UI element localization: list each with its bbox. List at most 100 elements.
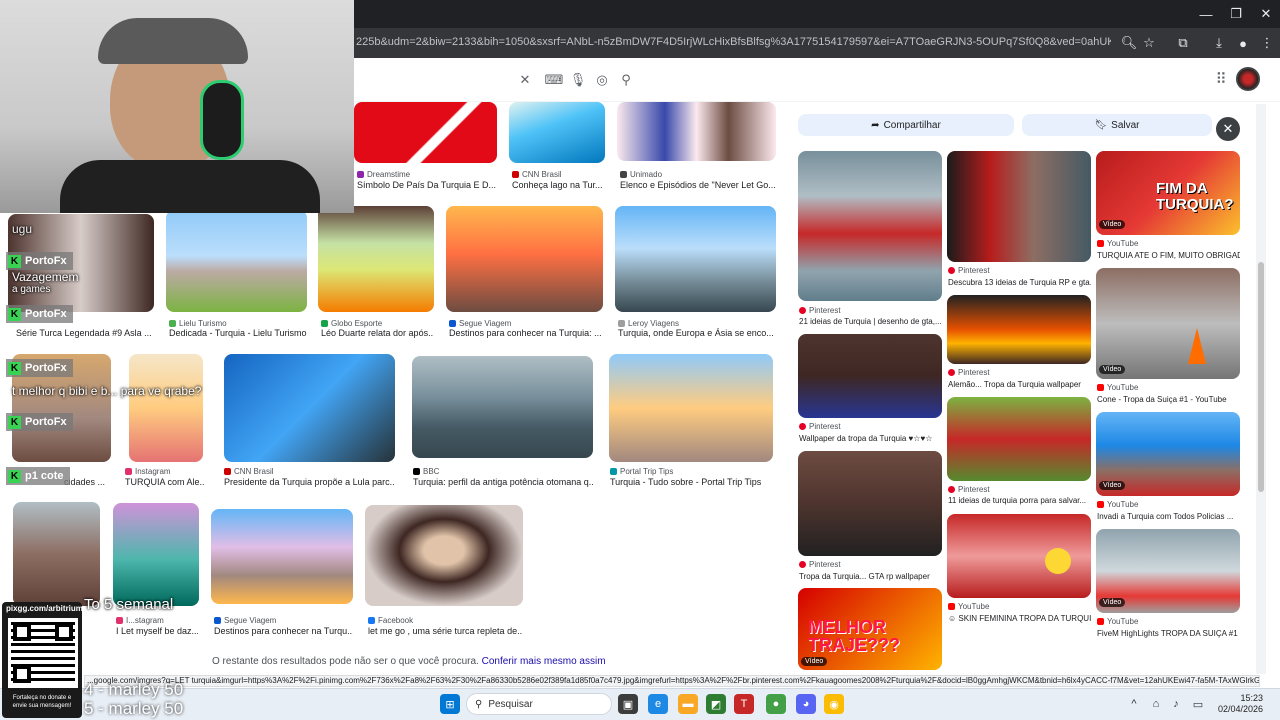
result-title[interactable]: Turquia, onde Europa e Ásia se enco... [618, 328, 776, 338]
extensions-icon[interactable]: ⧉ [1174, 34, 1192, 52]
related-source[interactable]: Pinterest [948, 485, 1091, 494]
file-explorer-icon[interactable]: ▬ [678, 694, 698, 714]
related-title[interactable]: 21 ideias de Turquia | desenho de gta,..… [799, 317, 942, 326]
chrome-icon[interactable]: ◉ [824, 694, 844, 714]
app-icon[interactable]: ● [766, 694, 786, 714]
task-view-icon[interactable]: ▣ [618, 694, 638, 714]
result-source[interactable]: Leroy Viagens [618, 319, 776, 328]
result-title[interactable]: Destinos para conhecer na Turquia: ... [449, 328, 603, 338]
zoom-icon[interactable]: 🔍︎ [1120, 34, 1138, 52]
result-title[interactable]: cidades ... [64, 477, 112, 487]
result-image[interactable] [609, 354, 773, 462]
result-source[interactable]: Portal Trip Tips [610, 467, 770, 476]
result-image[interactable] [354, 102, 497, 163]
result-title[interactable]: let me go , uma série turca repleta de..… [368, 626, 523, 636]
volume-icon[interactable]: ♪ [1166, 694, 1186, 714]
result-image[interactable] [224, 354, 395, 462]
taskbar-search[interactable]: ⚲ Pesquisar [466, 693, 612, 715]
share-button[interactable]: ➦ Compartilhar [798, 114, 1014, 136]
result-source[interactable]: Instagram [125, 467, 215, 476]
edge-icon[interactable]: e [648, 694, 668, 714]
result-title[interactable]: Presidente da Turquia propõe a Lula parc… [224, 477, 394, 487]
start-button-icon[interactable]: ⊞ [440, 694, 460, 714]
result-title[interactable]: Conheça lago na Tur... [512, 180, 604, 190]
related-source[interactable]: Pinterest [799, 422, 942, 431]
result-title[interactable]: Destinos para conhecer na Turqu... [214, 626, 353, 636]
result-source[interactable]: Facebook [368, 616, 523, 625]
related-title[interactable]: FiveM HighLights TROPA DA SUIÇA #1 [1097, 629, 1240, 638]
result-source[interactable]: CNN Brasil [512, 170, 604, 179]
result-source[interactable]: BBC [413, 467, 593, 476]
result-image[interactable] [13, 502, 100, 606]
clock[interactable]: 15:23 02/04/2026 [1218, 693, 1263, 715]
bookmark-star-icon[interactable]: ☆ [1140, 34, 1158, 52]
result-title[interactable]: Símbolo De País Da Turquia E D... [357, 180, 497, 190]
result-image[interactable] [211, 509, 353, 604]
related-title[interactable]: Wallpaper da tropa da Turquia ♥☆♥☆ [799, 434, 942, 443]
result-image[interactable] [615, 206, 776, 312]
download-icon[interactable]: ⤓ [1210, 34, 1228, 52]
related-source[interactable]: Pinterest [948, 266, 1091, 275]
related-image[interactable] [1096, 268, 1240, 379]
result-source[interactable]: Segue Viagem [449, 319, 603, 328]
scrollbar-thumb[interactable] [1258, 262, 1264, 492]
result-source[interactable]: Lielu Turismo [169, 319, 307, 328]
related-source[interactable]: YouTube [1097, 239, 1240, 248]
related-title[interactable]: Cone - Tropa da Suiça #1 - YouTube [1097, 395, 1240, 404]
result-title[interactable]: Turquia: perfil da antiga potência otoma… [413, 477, 593, 487]
result-title[interactable]: I Let myself be daz... [116, 626, 198, 636]
result-image[interactable] [365, 505, 523, 606]
show-more-link[interactable]: Conferir mais mesmo assim [482, 656, 606, 667]
result-image[interactable] [617, 102, 776, 161]
menu-kebab-icon[interactable]: ⋮ [1258, 34, 1276, 52]
result-image[interactable] [509, 102, 605, 163]
related-image[interactable] [947, 397, 1091, 481]
network-icon[interactable]: ⌂ [1146, 694, 1166, 714]
result-image[interactable] [129, 354, 203, 462]
related-image[interactable] [798, 151, 942, 301]
close-panel-icon[interactable]: ✕ [1216, 117, 1240, 141]
related-title[interactable]: TURQUIA ATE O FIM, MUITO OBRIGADO... [1097, 251, 1240, 260]
result-title[interactable]: Dedicada - Turquia - Lielu Turismo [169, 328, 307, 338]
result-image[interactable] [166, 210, 307, 312]
tray-expand-icon[interactable]: ^ [1124, 694, 1144, 714]
search-icon[interactable]: ⚲ [618, 72, 634, 88]
apps-grid-icon[interactable]: ⠿ [1212, 70, 1230, 88]
result-source[interactable]: I...stagram [116, 616, 198, 625]
result-source[interactable]: Globo Esporte [321, 319, 433, 328]
result-title[interactable]: Turquia - Tudo sobre - Portal Trip Tips [610, 477, 770, 487]
related-title[interactable]: Invadi a Turquia com Todos Policias ... [1097, 512, 1240, 521]
lens-icon[interactable]: ◎ [594, 72, 610, 88]
clear-search-icon[interactable]: ✕ [517, 72, 533, 88]
result-title[interactable]: TURQUIA com Ale... [125, 477, 205, 487]
result-image[interactable] [412, 356, 593, 458]
url-text[interactable]: 225b&udm=2&biw=2133&bih=1050&sxsrf=ANbL-… [356, 36, 1111, 48]
discord-icon[interactable]: ◕ [796, 694, 816, 714]
related-title[interactable]: Alemão... Tropa da Turquia wallpaper [948, 380, 1091, 389]
related-image[interactable] [947, 151, 1091, 262]
related-source[interactable]: Pinterest [799, 306, 942, 315]
result-image[interactable] [113, 503, 199, 606]
close-window-icon[interactable]: ✕ [1248, 0, 1280, 28]
related-image[interactable] [798, 334, 942, 418]
app-icon[interactable]: T [734, 694, 754, 714]
avatar[interactable] [1236, 67, 1260, 91]
keyboard-icon[interactable]: ⌨ [545, 72, 564, 88]
result-title[interactable]: Elenco e Episódios de "Never Let Go... [620, 180, 775, 190]
related-image[interactable] [798, 451, 942, 556]
result-image[interactable] [318, 206, 434, 312]
app-icon[interactable]: ◩ [706, 694, 726, 714]
result-title[interactable]: Léo Duarte relata dor após... [321, 328, 433, 338]
related-image[interactable] [947, 295, 1091, 364]
related-title[interactable]: 11 ideias de turquia porra para salvar..… [948, 496, 1091, 505]
related-source[interactable]: YouTube [1097, 500, 1240, 509]
related-source[interactable]: YouTube [948, 602, 1091, 611]
result-title[interactable]: Série Turca Legendada #9 Asla ... [16, 328, 156, 338]
related-image[interactable] [947, 514, 1091, 598]
result-source[interactable]: CNN Brasil [224, 467, 394, 476]
related-title[interactable]: Descubra 13 ideias de Turquia RP e gta..… [948, 278, 1091, 287]
battery-icon[interactable]: ▭ [1188, 694, 1208, 714]
voice-search-icon[interactable]: 🎙︎ [570, 72, 587, 88]
save-button[interactable]: 🔖︎ Salvar [1022, 114, 1212, 136]
result-source[interactable]: Unimado [620, 170, 775, 179]
